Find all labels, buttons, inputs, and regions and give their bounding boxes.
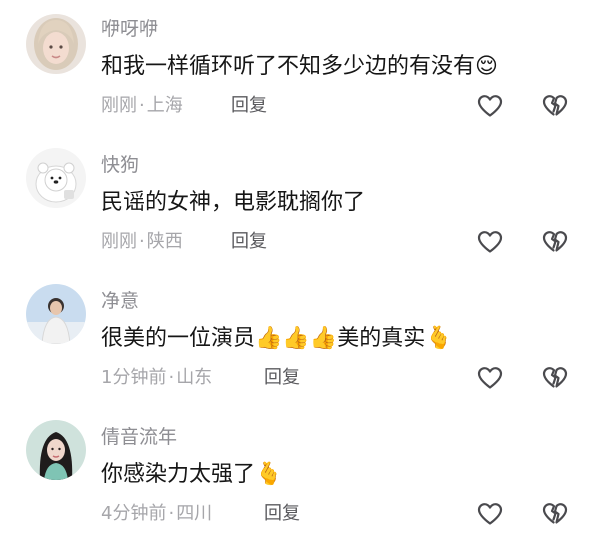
meta-separator: · (139, 95, 145, 116)
comment-meta: 刚刚 · 上海 (101, 94, 183, 118)
comment-meta: 刚刚 · 陕西 (101, 230, 183, 254)
heart-outline-icon (477, 503, 503, 525)
reply-button[interactable]: 回复 (264, 502, 300, 526)
meta-separator: · (168, 503, 175, 524)
comment-body: 你感染力太强了 (101, 462, 256, 487)
dislike-button[interactable] (541, 500, 569, 528)
broken-heart-icon (542, 95, 568, 116)
username[interactable]: 快狗 (101, 153, 139, 177)
avatar[interactable] (26, 420, 86, 480)
comment-time: 刚刚 (101, 231, 137, 252)
comment-body: 民谣的女神，电影耽搁你了 (101, 190, 366, 215)
comment-text: 很美的一位演员👍👍👍美的真实🫰 (101, 324, 453, 354)
broken-heart-icon (542, 231, 568, 252)
username[interactable]: 倩音流年 (101, 425, 177, 449)
avatar-girl-light-hair-icon (26, 14, 86, 74)
comment-time: 刚刚 (101, 95, 137, 116)
broken-heart-icon (542, 367, 568, 388)
dislike-button[interactable] (541, 228, 569, 256)
meta-separator: · (168, 367, 175, 388)
comment-location: 四川 (176, 503, 213, 524)
avatar-man-sky-icon (26, 284, 86, 344)
comment-location: 上海 (146, 95, 183, 116)
finger-heart-emoji: 🫰 (255, 462, 283, 487)
avatar-woman-teal-icon (26, 420, 86, 480)
comment-item: 咿呀咿 和我一样循环听了不知多少边的有没有😌 刚刚 · 上海 回复 (0, 14, 600, 150)
comment-body: 很美的一位演员 (101, 326, 256, 351)
like-button[interactable] (476, 228, 504, 256)
comment-meta: 1分钟前 · 山东 (101, 366, 212, 390)
like-button[interactable] (476, 500, 504, 528)
meta-separator: · (139, 231, 145, 252)
comment-location: 山东 (176, 367, 213, 388)
avatar[interactable] (26, 284, 86, 344)
heart-outline-icon (477, 367, 503, 389)
comment-time: 4分钟前 (101, 503, 167, 524)
avatar-white-bear-icon (26, 148, 86, 208)
heart-outline-icon (477, 231, 503, 253)
comment-item: 净意 很美的一位演员👍👍👍美的真实🫰 1分钟前 · 山东 回复 (0, 284, 600, 422)
dislike-button[interactable] (541, 364, 569, 392)
like-button[interactable] (476, 364, 504, 392)
avatar[interactable] (26, 148, 86, 208)
like-button[interactable] (476, 92, 504, 120)
reply-button[interactable]: 回复 (264, 366, 300, 390)
comment-item: 快狗 民谣的女神，电影耽搁你了 刚刚 · 陕西 回复 (0, 148, 600, 286)
emoji: 😌 (475, 54, 498, 79)
comment-location: 陕西 (146, 231, 183, 252)
comment-text: 和我一样循环听了不知多少边的有没有😌 (101, 52, 498, 82)
thumbs-up-emoji: 👍👍👍 (255, 326, 338, 351)
finger-heart-emoji: 🫰 (425, 326, 453, 351)
reply-button[interactable]: 回复 (231, 94, 267, 118)
comment-meta: 4分钟前 · 四川 (101, 502, 212, 526)
username[interactable]: 净意 (101, 289, 139, 313)
comment-time: 1分钟前 (101, 367, 167, 388)
broken-heart-icon (542, 503, 568, 524)
comment-text: 你感染力太强了🫰 (101, 460, 282, 490)
comment-body-continued: 美的真实 (337, 326, 426, 351)
heart-outline-icon (477, 95, 503, 117)
reply-button[interactable]: 回复 (231, 230, 267, 254)
comment-text: 民谣的女神，电影耽搁你了 (101, 188, 365, 218)
username[interactable]: 咿呀咿 (101, 17, 158, 41)
comment-item: 倩音流年 你感染力太强了🫰 4分钟前 · 四川 回复 (0, 420, 600, 558)
avatar[interactable] (26, 14, 86, 74)
comment-body: 和我一样循环听了不知多少边的有没有 (101, 54, 476, 79)
dislike-button[interactable] (541, 92, 569, 120)
